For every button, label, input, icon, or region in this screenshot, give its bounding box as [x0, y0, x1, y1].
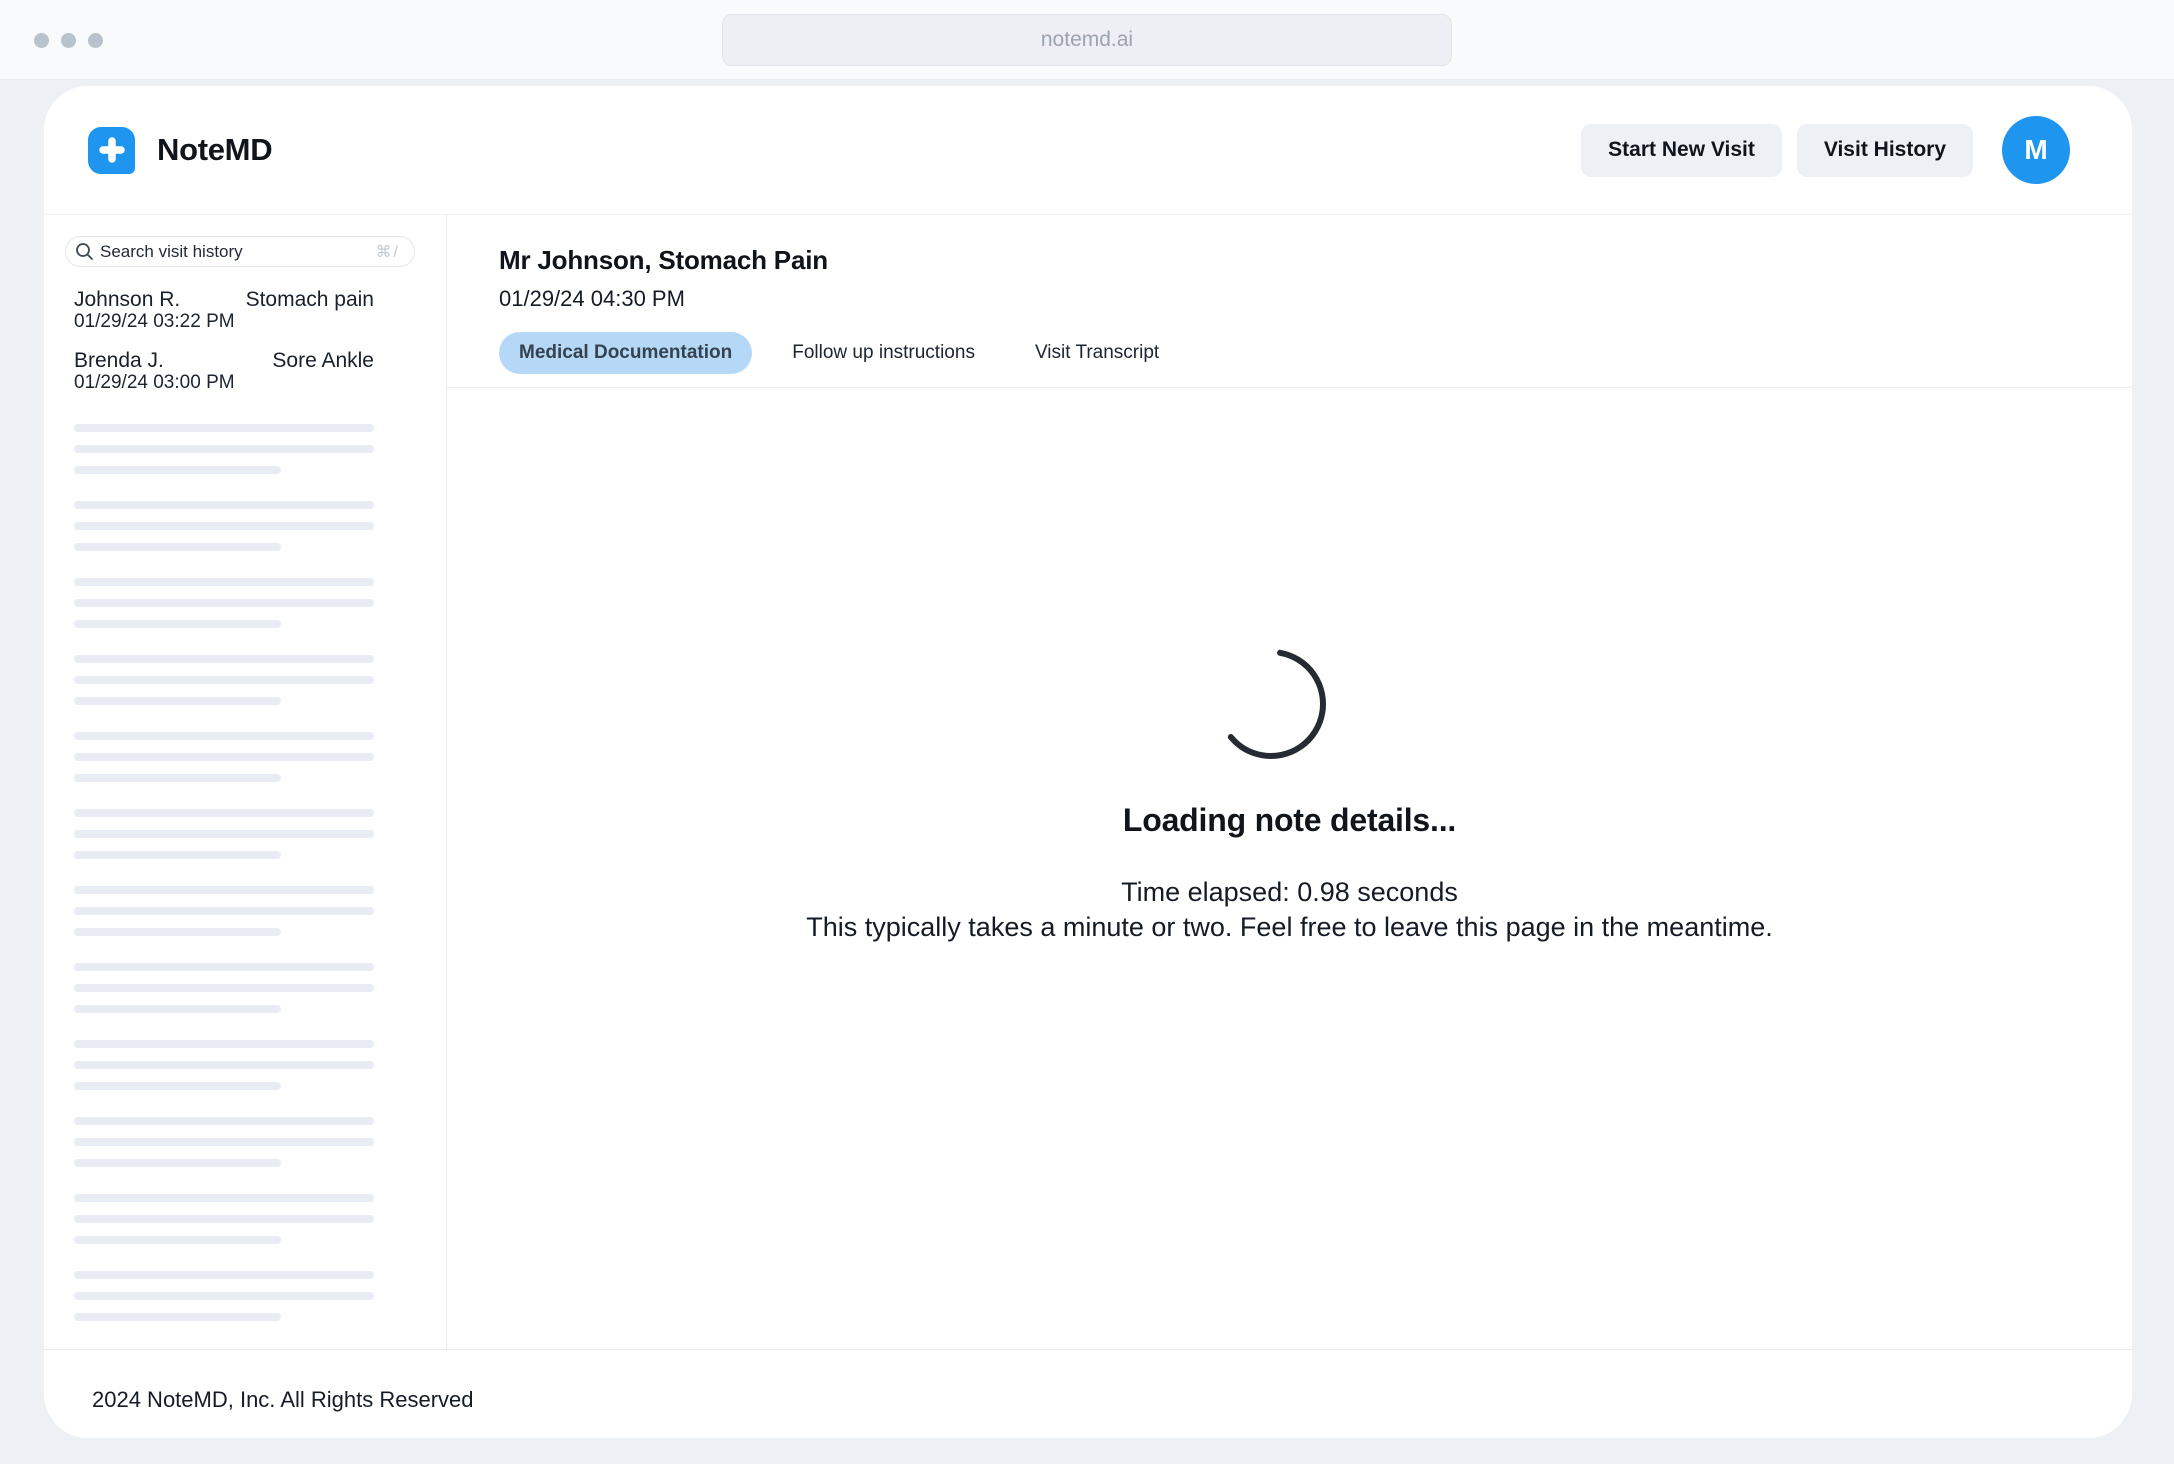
skeleton-line [74, 620, 281, 628]
loading-elapsed-text: Time elapsed: 0.98 seconds [1121, 875, 1458, 910]
page-title: Mr Johnson, Stomach Pain [499, 245, 2132, 276]
visit-patient-name: Brenda J. [74, 350, 235, 371]
visit-list: Johnson R. 01/29/24 03:22 PM Stomach pai… [74, 289, 373, 393]
skeleton-line [74, 424, 374, 432]
search-box[interactable]: ⌘/ [65, 236, 415, 267]
skeleton-line [74, 984, 374, 992]
skeleton-line [74, 963, 374, 971]
footer: 2024 NoteMD, Inc. All Rights Reserved [44, 1349, 2132, 1438]
window-control-dot [34, 33, 49, 48]
note-panel: Mr Johnson, Stomach Pain 01/29/24 04:30 … [447, 215, 2132, 1349]
tab-bar: Medical Documentation Follow up instructi… [499, 332, 2132, 374]
app-header: NoteMD Start New Visit Visit History M [44, 86, 2132, 215]
visit-date: 01/29/24 03:22 PM [74, 311, 235, 332]
loading-note-text: This typically takes a minute or two. Fe… [806, 910, 1772, 945]
visit-patient-name: Johnson R. [74, 289, 235, 310]
skeleton-line [74, 732, 374, 740]
skeleton-visit-placeholder [74, 578, 374, 628]
skeleton-line [74, 466, 281, 474]
skeleton-line [74, 543, 281, 551]
user-avatar[interactable]: M [2002, 116, 2070, 184]
app-body: ⌘/ Johnson R. 01/29/24 03:22 PM Stomach … [44, 215, 2132, 1349]
skeleton-line [74, 907, 374, 915]
skeleton-line [74, 753, 374, 761]
loading-skeleton-list [74, 424, 374, 1321]
browser-chrome: notemd.ai [0, 0, 2174, 80]
visit-reason: Stomach pain [246, 289, 374, 310]
skeleton-line [74, 1117, 374, 1125]
visit-item-left: Johnson R. 01/29/24 03:22 PM [74, 289, 235, 332]
visit-list-item[interactable]: Brenda J. 01/29/24 03:00 PM Sore Ankle [74, 350, 374, 393]
skeleton-line [74, 1215, 374, 1223]
skeleton-visit-placeholder [74, 1194, 374, 1244]
app-name: NoteMD [157, 132, 272, 168]
visit-item-left: Brenda J. 01/29/24 03:00 PM [74, 350, 235, 393]
skeleton-line [74, 1236, 281, 1244]
skeleton-line [74, 1194, 374, 1202]
skeleton-line [74, 830, 374, 838]
search-shortcut-badge: ⌘/ [376, 242, 400, 262]
loading-title: Loading note details... [1123, 802, 1456, 839]
skeleton-line [74, 1138, 374, 1146]
skeleton-line [74, 1061, 374, 1069]
search-icon [75, 242, 94, 261]
skeleton-line [74, 676, 374, 684]
skeleton-visit-placeholder [74, 424, 374, 474]
search-input[interactable] [100, 242, 376, 262]
skeleton-line [74, 445, 374, 453]
skeleton-visit-placeholder [74, 809, 374, 859]
window-controls [34, 33, 103, 48]
skeleton-line [74, 501, 374, 509]
visit-datetime: 01/29/24 04:30 PM [499, 286, 2132, 312]
skeleton-line [74, 1271, 374, 1279]
start-new-visit-button[interactable]: Start New Visit [1581, 124, 1782, 177]
skeleton-visit-placeholder [74, 501, 374, 551]
app-window: NoteMD Start New Visit Visit History M ⌘… [44, 86, 2132, 1438]
tab-follow-up-instructions[interactable]: Follow up instructions [772, 332, 995, 374]
skeleton-visit-placeholder [74, 1271, 374, 1321]
address-bar[interactable]: notemd.ai [722, 14, 1452, 66]
skeleton-line [74, 1082, 281, 1090]
skeleton-line [74, 1005, 281, 1013]
loading-state: Loading note details... Time elapsed: 0.… [447, 388, 2132, 1349]
skeleton-line [74, 578, 374, 586]
skeleton-line [74, 851, 281, 859]
tab-visit-transcript[interactable]: Visit Transcript [1015, 332, 1179, 374]
skeleton-visit-placeholder [74, 1040, 374, 1090]
skeleton-line [74, 655, 374, 663]
skeleton-line [74, 1313, 281, 1321]
copyright-text: 2024 NoteMD, Inc. All Rights Reserved [92, 1387, 474, 1413]
window-control-dot [61, 33, 76, 48]
skeleton-line [74, 928, 281, 936]
skeleton-line [74, 774, 281, 782]
note-header: Mr Johnson, Stomach Pain 01/29/24 04:30 … [447, 215, 2132, 387]
skeleton-line [74, 697, 281, 705]
skeleton-line [74, 1292, 374, 1300]
skeleton-visit-placeholder [74, 1117, 374, 1167]
plus-icon [88, 127, 135, 174]
skeleton-visit-placeholder [74, 886, 374, 936]
skeleton-visit-placeholder [74, 963, 374, 1013]
skeleton-line [74, 1040, 374, 1048]
skeleton-visit-placeholder [74, 655, 374, 705]
skeleton-line [74, 1159, 281, 1167]
skeleton-visit-placeholder [74, 732, 374, 782]
tab-medical-documentation[interactable]: Medical Documentation [499, 332, 752, 374]
skeleton-line [74, 599, 374, 607]
visit-list-item[interactable]: Johnson R. 01/29/24 03:22 PM Stomach pai… [74, 289, 374, 332]
skeleton-line [74, 522, 374, 530]
skeleton-line [74, 809, 374, 817]
visit-history-button[interactable]: Visit History [1797, 124, 1973, 177]
visit-date: 01/29/24 03:00 PM [74, 372, 235, 393]
visit-history-sidebar: ⌘/ Johnson R. 01/29/24 03:22 PM Stomach … [44, 215, 447, 1349]
skeleton-line [74, 886, 374, 894]
visit-reason: Sore Ankle [272, 350, 374, 371]
window-control-dot [88, 33, 103, 48]
spinner-icon [1213, 646, 1329, 762]
